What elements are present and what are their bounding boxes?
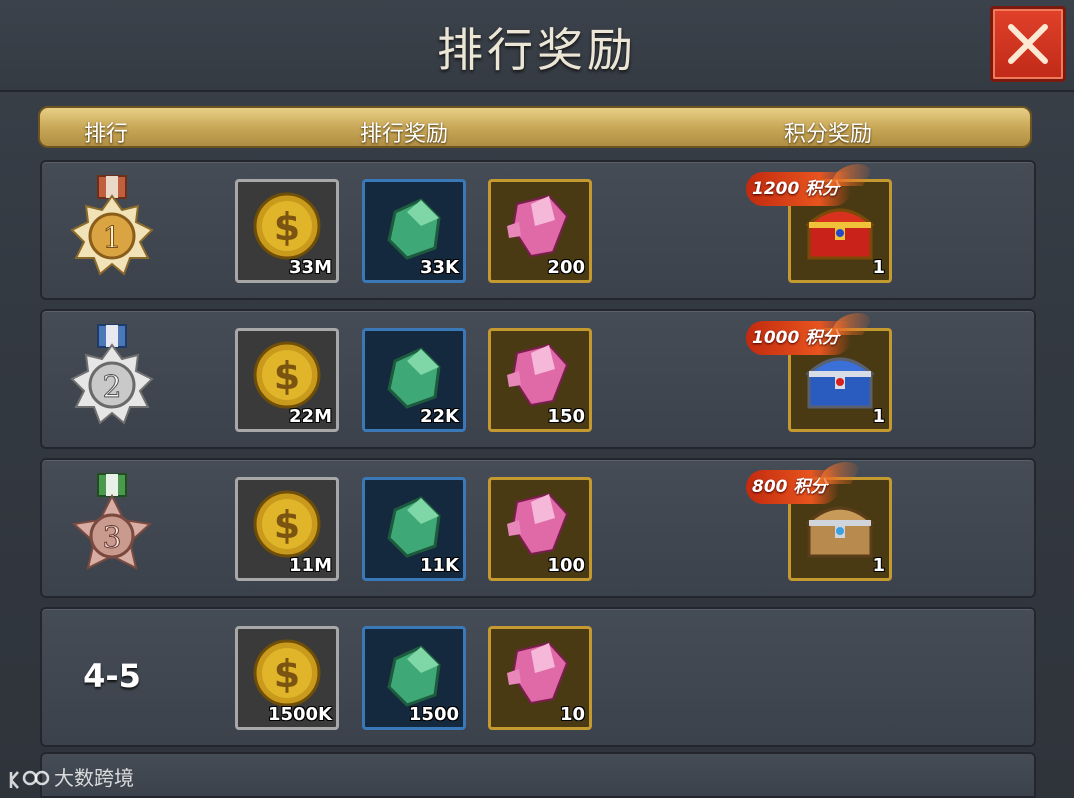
ranking-reward-panel: 排行奖励 排行 排行奖励 积分奖励 1 $ 33M 33K 200 1 1200… [0, 0, 1074, 798]
close-icon [1008, 24, 1048, 64]
reward-slot-gem[interactable]: 100 [488, 477, 592, 581]
page-title: 排行奖励 [437, 23, 637, 77]
gold-amount: 33M [289, 257, 332, 278]
gem-amount: 200 [547, 257, 585, 278]
gem-amount: 10 [559, 704, 585, 725]
points-threshold-badge: 800 积分 [746, 470, 840, 504]
chest-amount: 1 [872, 406, 885, 427]
svg-text:$: $ [274, 205, 300, 249]
header-rank-reward: 排行奖励 [360, 122, 449, 147]
close-button[interactable] [990, 6, 1066, 82]
points-threshold-badge: 1000 积分 [746, 321, 852, 355]
reward-row-rank-1: 1 $ 33M 33K 200 1 1200 积分 [40, 160, 1036, 300]
gold-amount: 22M [289, 406, 332, 427]
header-points-reward: 积分奖励 [784, 122, 873, 147]
ore-amount: 33K [420, 257, 459, 278]
points-threshold-badge: 1200 积分 [746, 172, 852, 206]
next-reward-row-partial [40, 752, 1036, 798]
svg-text:$: $ [274, 354, 300, 398]
reward-slot-gold[interactable]: $ 33M [235, 179, 339, 283]
svg-text:3: 3 [102, 521, 121, 556]
reward-slot-gem[interactable]: 200 [488, 179, 592, 283]
reward-row-rank-3: 3 $ 11M 11K 100 1 800 积分 [40, 458, 1036, 598]
reward-slot-ore[interactable]: 11K [362, 477, 466, 581]
chest-amount: 1 [872, 555, 885, 576]
gold-amount: 11M [289, 555, 332, 576]
svg-text:$: $ [274, 503, 300, 547]
gold-medal-icon: 1 [70, 175, 154, 276]
rank-range-label: 4-5 [83, 657, 141, 695]
bronze-medal-icon: 3 [71, 473, 153, 570]
gold-amount: 1500K [267, 704, 332, 725]
reward-slot-gold[interactable]: $ 11M [235, 477, 339, 581]
ore-amount: 22K [420, 406, 459, 427]
watermark-logo-icon [9, 770, 50, 789]
reward-row-rank-4-5: 4-5 $ 1500K 1500 10 [40, 607, 1036, 747]
reward-slot-ore[interactable]: 33K [362, 179, 466, 283]
gem-amount: 100 [547, 555, 585, 576]
reward-slot-gold[interactable]: $ 1500K [235, 626, 339, 730]
svg-text:1: 1 [102, 221, 121, 256]
reward-slot-gold[interactable]: $ 22M [235, 328, 339, 432]
silver-medal-icon: 2 [70, 324, 154, 425]
chest-amount: 1 [872, 257, 885, 278]
ore-amount: 11K [420, 555, 459, 576]
watermark: 大数跨境 [8, 762, 134, 794]
reward-slot-ore[interactable]: 1500 [362, 626, 466, 730]
reward-slot-gem[interactable]: 150 [488, 328, 592, 432]
svg-text:2: 2 [102, 370, 121, 405]
column-header-bar: 排行 排行奖励 积分奖励 [38, 106, 1032, 148]
watermark-text: 大数跨境 [54, 766, 134, 790]
ore-amount: 1500 [408, 704, 459, 725]
gem-amount: 150 [547, 406, 585, 427]
reward-slot-gem[interactable]: 10 [488, 626, 592, 730]
svg-text:$: $ [274, 652, 300, 696]
header-rank: 排行 [84, 122, 129, 147]
reward-slot-ore[interactable]: 22K [362, 328, 466, 432]
title-bar: 排行奖励 [0, 0, 1074, 92]
reward-row-rank-2: 2 $ 22M 22K 150 1 1000 积分 [40, 309, 1036, 449]
